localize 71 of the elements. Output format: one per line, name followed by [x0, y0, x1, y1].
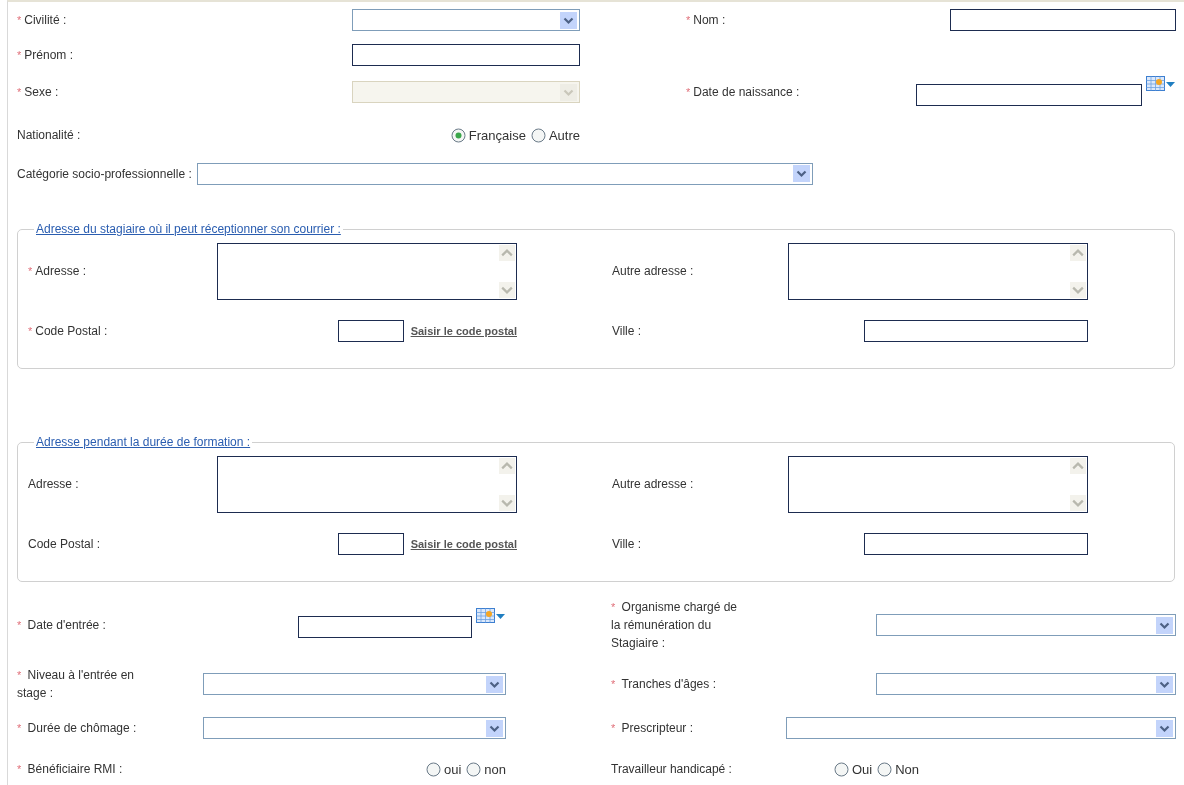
chevron-down-icon: [792, 165, 810, 182]
field-label: Sexe :: [24, 85, 59, 99]
field-label: * Organisme chargé de la rémunération du Stagiaire :: [611, 599, 738, 652]
dropdown[interactable]: [786, 717, 1176, 739]
radio-button[interactable]: Oui: [834, 761, 873, 777]
radio-button[interactable]: oui: [425, 761, 462, 777]
dropdown[interactable]: [203, 717, 506, 739]
field-label: * Date d'entrée :: [17, 617, 106, 634]
field-label: Autre adresse :: [612, 264, 694, 278]
field-label: Adresse :: [35, 264, 86, 278]
section-legend-link[interactable]: Adresse du stagiaire où il peut réceptionner son courrier :: [36, 222, 341, 236]
field-label: Ville :: [612, 324, 642, 338]
radio-circle-icon[interactable]: [530, 127, 546, 143]
required-mark: *: [28, 325, 33, 337]
chevron-down-icon: [1156, 675, 1173, 693]
date-field[interactable]: [298, 616, 472, 638]
field-label: * Durée de chômage :: [17, 720, 137, 737]
chevron-down-icon: [560, 11, 577, 29]
field-label: Code Postal :: [35, 324, 108, 338]
postal-code-link[interactable]: Saisir le code postal: [410, 538, 517, 550]
required-mark: *: [17, 86, 22, 98]
dropdown[interactable]: [876, 614, 1176, 636]
field-label: * Prescripteur :: [611, 720, 693, 737]
chevron-down-icon: [1156, 616, 1173, 634]
chevron-down-icon: [560, 83, 577, 101]
radio-button[interactable]: Non: [877, 761, 920, 777]
dropdown[interactable]: [876, 673, 1176, 695]
input-field[interactable]: [352, 44, 580, 66]
field-label: Prénom :: [24, 48, 73, 62]
radio-circle-icon[interactable]: [425, 761, 441, 777]
dropdown[interactable]: [352, 9, 580, 31]
input-field[interactable]: [864, 320, 1088, 342]
dropdown[interactable]: [203, 673, 506, 695]
input-field[interactable]: [864, 533, 1088, 555]
field-label: Adresse :: [28, 477, 79, 491]
radio-button[interactable]: non: [466, 761, 506, 777]
required-mark: *: [17, 49, 22, 61]
radio-circle-icon[interactable]: [877, 761, 893, 777]
field-label: * Bénéficiaire RMI :: [17, 761, 123, 778]
chevron-down-icon: [486, 675, 503, 693]
field-label: * Niveau à l'entrée en stage :: [17, 667, 135, 702]
radio-circle-icon[interactable]: [834, 761, 849, 777]
postal-code-field[interactable]: [337, 533, 404, 555]
field-label: Civilité :: [24, 13, 67, 27]
field-label: Catégorie socio-professionnelle :: [17, 166, 192, 181]
calendar-dropdown-icon[interactable]: [1146, 76, 1176, 92]
field-label: Nationalité :: [17, 128, 81, 142]
radio-button[interactable]: Française: [450, 127, 526, 143]
radio-circle-icon[interactable]: [466, 761, 482, 777]
required-mark: *: [686, 86, 691, 98]
required-mark: *: [17, 14, 22, 26]
radio-circle-icon[interactable]: [450, 127, 466, 143]
field-label: Date de naissance :: [693, 85, 800, 99]
field-label: Autre adresse :: [612, 477, 694, 491]
chevron-down-icon: [1156, 719, 1173, 737]
radio-button[interactable]: Autre: [530, 127, 580, 143]
field-label: Travailleur handicapé :: [611, 761, 732, 778]
required-mark: *: [686, 14, 691, 26]
field-label: Ville :: [612, 537, 642, 551]
calendar-dropdown-icon[interactable]: [476, 608, 506, 624]
input-field[interactable]: [950, 9, 1176, 31]
field-label: * Tranches d'âges :: [611, 676, 716, 693]
date-field[interactable]: [916, 84, 1142, 106]
dropdown[interactable]: [196, 162, 813, 185]
postal-code-link[interactable]: Saisir le code postal: [410, 325, 517, 337]
section-legend-link[interactable]: Adresse pendant la durée de formation :: [36, 435, 251, 449]
field-label: Nom :: [693, 13, 726, 27]
postal-code-field[interactable]: [337, 320, 404, 342]
field-label: Code Postal :: [28, 537, 101, 551]
chevron-down-icon: [486, 719, 503, 737]
required-mark: *: [28, 265, 33, 277]
